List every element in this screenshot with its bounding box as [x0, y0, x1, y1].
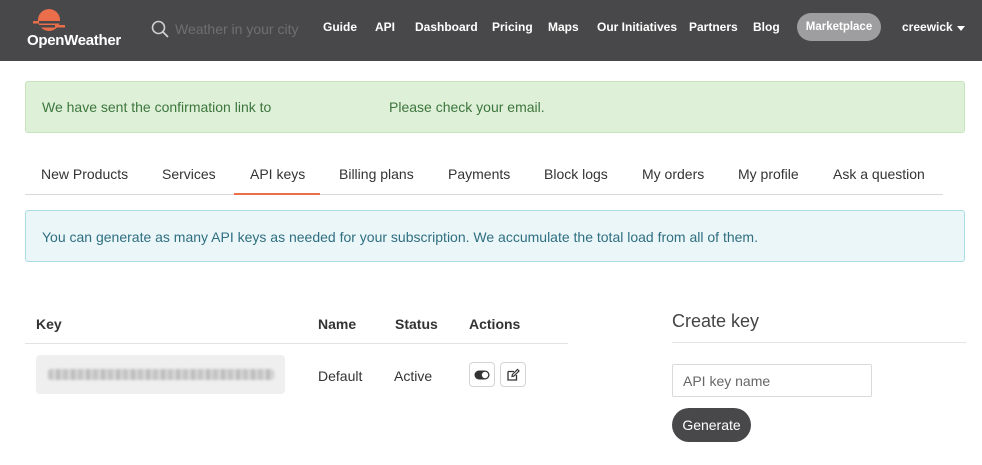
- tab-ask-a-question[interactable]: Ask a question: [833, 166, 925, 182]
- nav-link-pricing[interactable]: Pricing: [492, 20, 533, 34]
- nav-link-blog[interactable]: Blog: [753, 20, 780, 34]
- column-header-key: Key: [36, 316, 62, 332]
- column-header-name: Name: [318, 316, 357, 332]
- tab-new-products[interactable]: New Products: [41, 166, 128, 182]
- edit-icon: [507, 368, 520, 381]
- nav-link-our-initiatives[interactable]: Our Initiatives: [597, 20, 677, 34]
- openweather-logo[interactable]: OpenWeather: [27, 8, 127, 52]
- table-header-divider: [25, 343, 568, 344]
- create-key-heading: Create key: [672, 311, 760, 331]
- nav-link-api[interactable]: API: [375, 20, 395, 34]
- edit-key-button[interactable]: [500, 362, 526, 387]
- info-alert: You can generate as many API keys as nee…: [25, 210, 965, 262]
- search-icon[interactable]: [151, 20, 169, 38]
- tab-block-logs[interactable]: Block logs: [544, 166, 608, 182]
- key-name: Default: [318, 368, 363, 384]
- active-tab-indicator: [234, 193, 320, 195]
- user-menu[interactable]: creewick: [902, 20, 965, 34]
- nav-link-partners[interactable]: Partners: [689, 20, 738, 34]
- check-email-message: Please check your email.: [389, 99, 545, 115]
- column-header-actions: Actions: [469, 316, 521, 332]
- tab-my-profile[interactable]: My profile: [738, 166, 799, 182]
- tab-billing-plans[interactable]: Billing plans: [339, 166, 414, 182]
- key-status: Active: [394, 368, 433, 384]
- column-header-status: Status: [395, 316, 438, 332]
- logo-text: OpenWeather: [27, 32, 121, 49]
- confirmation-message: We have sent the confirmation link to: [42, 99, 272, 115]
- account-tabs: New Products Services API keys Billing p…: [25, 154, 943, 195]
- top-navigation-bar: OpenWeather Guide API Dashboard Pricing …: [0, 0, 982, 61]
- tab-payments[interactable]: Payments: [448, 166, 510, 182]
- api-key-name-input[interactable]: [672, 364, 872, 397]
- tab-my-orders[interactable]: My orders: [642, 166, 704, 182]
- api-key-value[interactable]: [36, 355, 285, 394]
- nav-link-dashboard[interactable]: Dashboard: [415, 20, 478, 34]
- nav-link-guide[interactable]: Guide: [323, 20, 357, 34]
- info-message: You can generate as many API keys as nee…: [42, 229, 758, 245]
- redacted-key: [48, 369, 274, 380]
- nav-link-maps[interactable]: Maps: [548, 20, 579, 34]
- tab-services[interactable]: Services: [162, 166, 216, 182]
- tab-api-keys[interactable]: API keys: [250, 166, 305, 182]
- search-input[interactable]: [175, 18, 315, 40]
- toggle-key-button[interactable]: [469, 362, 495, 387]
- toggle-icon: [474, 370, 490, 379]
- marketplace-button[interactable]: Marketplace: [797, 13, 881, 41]
- create-key-divider: [672, 342, 966, 343]
- caret-down-icon: [956, 25, 965, 31]
- confirmation-alert: We have sent the confirmation link to Pl…: [25, 81, 965, 133]
- generate-button[interactable]: Generate: [672, 408, 751, 442]
- city-search: [151, 16, 315, 44]
- username: creewick: [902, 20, 953, 34]
